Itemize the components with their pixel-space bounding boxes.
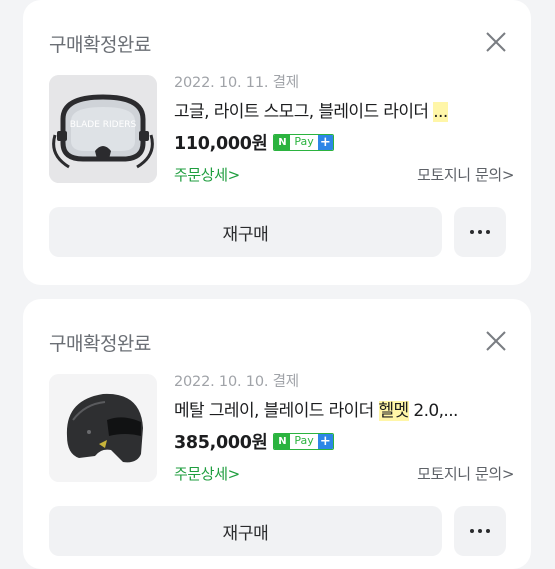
order-date: 2022. 10. 10. 결제 [174,374,299,390]
npay-badge: N Pay + [273,133,334,151]
npay-badge: N Pay + [273,432,334,450]
more-options-button[interactable] [454,207,506,257]
close-icon[interactable] [485,330,507,352]
order-price: 385,000원 [174,432,268,453]
more-dots-icon [470,529,474,533]
order-date: 2022. 10. 11. 결제 [174,75,299,91]
product-thumbnail[interactable]: BLADE RIDERS [49,75,157,183]
order-status: 구매확정완료 [49,34,151,56]
order-info: 2022. 10. 11. 결제 고글, 라이트 스모그, 블레이드 라이더 .… [174,72,514,186]
price-row: 385,000원 N Pay + [174,429,514,453]
seller-inquiry-link[interactable]: 모토지니 문의> [417,164,514,185]
order-links: 주문상세> 모토지니 문의> [174,162,514,186]
more-options-button[interactable] [454,506,506,556]
order-card: 구매확정완료 2022. 10. 10. 결제 메탈 그레이, 블레이드 라이더… [23,299,531,569]
order-detail-link[interactable]: 주문상세> [174,463,240,484]
order-info: 2022. 10. 10. 결제 메탈 그레이, 블레이드 라이더 헬멧 2.0… [174,371,514,485]
goggle-image: BLADE RIDERS [49,75,157,183]
more-dots-icon [470,230,474,234]
order-price: 110,000원 [174,133,268,154]
product-thumbnail[interactable] [49,374,157,482]
plus-icon: + [317,134,333,150]
naver-n-icon: N [274,433,291,449]
rebuy-button[interactable]: 재구매 [49,207,442,257]
order-links: 주문상세> 모토지니 문의> [174,461,514,485]
naver-n-icon: N [274,134,291,150]
order-status: 구매확정완료 [49,333,151,355]
price-row: 110,000원 N Pay + [174,130,514,154]
rebuy-button[interactable]: 재구매 [49,506,442,556]
product-title[interactable]: 메탈 그레이, 블레이드 라이더 헬멧 2.0,... [174,399,514,423]
order-card: 구매확정완료 BLADE RIDERS 2022. 10. 11. 결제 고글,… [23,0,531,285]
seller-inquiry-link[interactable]: 모토지니 문의> [417,463,514,484]
thumb-logo-text: BLADE RIDERS [70,120,137,130]
helmet-image [49,374,157,482]
close-icon[interactable] [485,31,507,53]
product-title[interactable]: 고글, 라이트 스모그, 블레이드 라이더 ... [174,100,514,124]
order-detail-link[interactable]: 주문상세> [174,164,240,185]
plus-icon: + [317,433,333,449]
